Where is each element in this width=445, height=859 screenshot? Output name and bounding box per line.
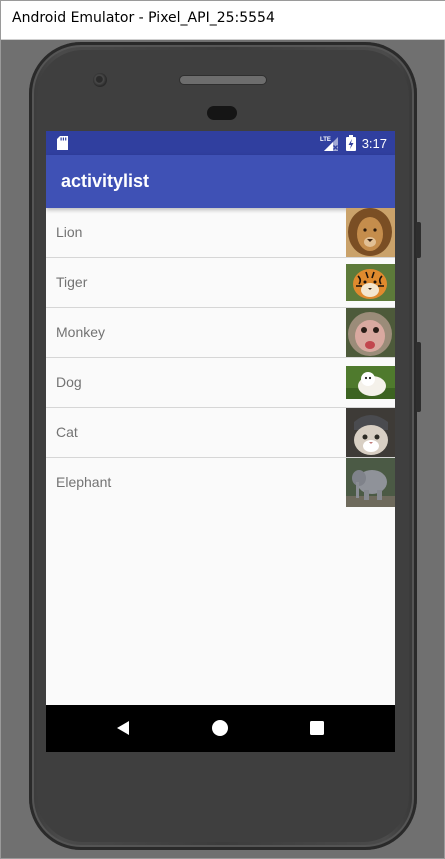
window-title: Android Emulator - Pixel_API_25:5554 bbox=[12, 10, 275, 26]
window-titlebar[interactable]: Android Emulator - Pixel_API_25:5554 bbox=[1, 1, 445, 40]
status-bar: LTE 3:17 bbox=[46, 131, 395, 155]
battery-charging-icon bbox=[345, 135, 356, 151]
back-icon[interactable] bbox=[112, 717, 134, 739]
network-type-label: LTE bbox=[320, 137, 331, 143]
front-camera-icon bbox=[93, 73, 107, 87]
tiger-image bbox=[346, 264, 395, 301]
status-clock: 3:17 bbox=[361, 135, 387, 151]
navigation-bar bbox=[46, 705, 395, 752]
power-button[interactable] bbox=[416, 222, 421, 258]
list-item-monkey[interactable]: Monkey bbox=[46, 308, 395, 358]
sd-card-icon bbox=[57, 136, 68, 150]
device-screen: LTE 3:17 activitylist Lion Tiger Monkey … bbox=[46, 131, 395, 752]
list-item-lion[interactable]: Lion bbox=[46, 208, 395, 258]
animal-list: Lion Tiger Monkey Dog Cat Elephant bbox=[46, 208, 395, 507]
app-bar: activitylist bbox=[46, 155, 395, 208]
dog-image bbox=[346, 366, 395, 399]
cat-image bbox=[346, 408, 395, 457]
list-item-elephant[interactable]: Elephant bbox=[46, 458, 395, 507]
list-item-label: Monkey bbox=[56, 324, 106, 340]
list-item-label: Lion bbox=[56, 224, 83, 240]
list-item-label: Cat bbox=[56, 424, 78, 440]
home-icon[interactable] bbox=[209, 717, 231, 739]
list-item-label: Tiger bbox=[56, 274, 88, 290]
list-item-label: Dog bbox=[56, 374, 82, 390]
status-icons: LTE 3:17 bbox=[320, 134, 387, 152]
recents-icon[interactable] bbox=[306, 717, 328, 739]
proximity-sensor bbox=[207, 106, 237, 120]
list-item-dog[interactable]: Dog bbox=[46, 358, 395, 408]
emulator-window: Android Emulator - Pixel_API_25:5554 LTE bbox=[0, 0, 445, 859]
list-item-tiger[interactable]: Tiger bbox=[46, 258, 395, 308]
list-item-label: Elephant bbox=[56, 474, 112, 490]
volume-button[interactable] bbox=[416, 342, 421, 412]
list-item-cat[interactable]: Cat bbox=[46, 408, 395, 458]
earpiece-speaker bbox=[179, 75, 267, 85]
lion-image bbox=[346, 208, 395, 257]
elephant-image bbox=[346, 458, 395, 507]
app-title: activitylist bbox=[61, 171, 150, 191]
signal-icon: LTE bbox=[320, 137, 338, 151]
monkey-image bbox=[346, 308, 395, 357]
